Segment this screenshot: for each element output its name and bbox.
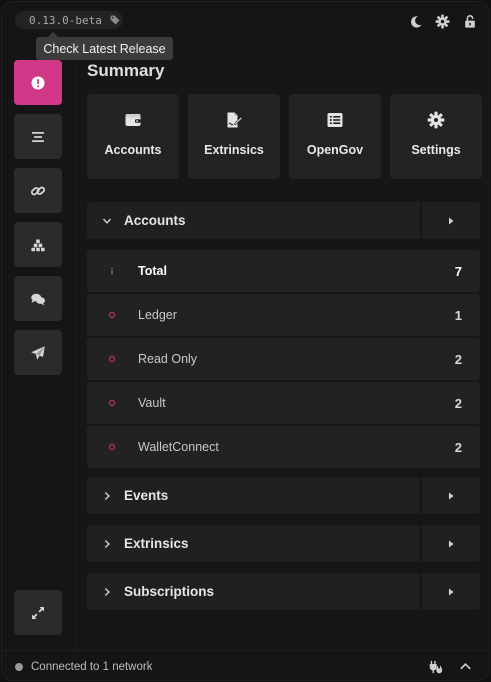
card-extrinsics[interactable]: Extrinsics (188, 94, 280, 179)
list-item-count: 7 (454, 263, 462, 279)
card-label: Extrinsics (204, 143, 264, 157)
caret-right-icon (449, 492, 454, 499)
list-item: Total 7 (87, 250, 480, 292)
page-title: Summary (87, 61, 165, 80)
sidebar-item-list[interactable] (14, 114, 62, 159)
paper-plane-icon (31, 345, 45, 360)
moon-icon[interactable] (408, 14, 423, 29)
status-bar: Connected to 1 network (2, 650, 489, 680)
quick-cards: Accounts Extrinsics OpenGov Settings (87, 94, 482, 179)
section-subscriptions-header[interactable]: Subscriptions (87, 573, 420, 610)
section-accounts: Accounts (87, 202, 480, 239)
section-events-open-button[interactable] (422, 477, 480, 514)
list-item-label: Ledger (138, 308, 177, 322)
section-label: Subscriptions (124, 584, 215, 599)
section-extrinsics-header[interactable]: Extrinsics (87, 525, 420, 562)
list-item-count: 1 (454, 307, 462, 323)
section-extrinsics: Extrinsics (87, 525, 480, 562)
section-label: Extrinsics (124, 536, 189, 551)
accounts-list: Total 7 Ledger 1 Read Only 2 Vault 2 Wal… (87, 250, 480, 470)
cubes-icon (31, 239, 45, 251)
list-item-label: Vault (138, 396, 166, 410)
sidebar-item-summary[interactable] (14, 60, 62, 105)
version-label: 0.13.0-beta (29, 13, 102, 27)
chevron-up-icon[interactable] (459, 660, 473, 674)
section-events-header[interactable]: Events (87, 477, 420, 514)
section-subscriptions-open-button[interactable] (422, 573, 480, 610)
chevron-right-icon (104, 491, 111, 500)
circle-icon (107, 354, 117, 364)
info-icon (107, 266, 117, 276)
circle-icon (107, 310, 117, 320)
expand-button[interactable] (14, 590, 62, 635)
list-item: Ledger 1 (87, 294, 480, 336)
section-accounts-open-button[interactable] (422, 202, 480, 239)
link-icon (30, 186, 46, 195)
gear-icon (427, 111, 445, 129)
list-icon (32, 131, 44, 142)
file-signature-icon (227, 112, 243, 128)
tag-icon (110, 15, 120, 25)
main-panel: Summary Accounts Extrinsics OpenGov Sett… (78, 38, 489, 650)
caret-right-icon (449, 217, 454, 224)
list-item-label: WalletConnect (138, 440, 219, 454)
card-label: Settings (411, 143, 461, 157)
sidebar-item-send[interactable] (14, 330, 62, 375)
list-item-count: 2 (454, 395, 462, 411)
caret-right-icon (449, 588, 454, 595)
card-settings[interactable]: Settings (390, 94, 482, 179)
card-opengov[interactable]: OpenGov (289, 94, 381, 179)
chevron-right-icon (104, 587, 111, 596)
connection-status-dot (15, 662, 23, 671)
list-item: Read Only 2 (87, 338, 480, 380)
chevron-right-icon (104, 539, 111, 548)
list-item-label: Total (138, 264, 167, 278)
list-alt-icon (327, 113, 343, 127)
sidebar (2, 38, 77, 650)
card-label: OpenGov (306, 143, 364, 157)
section-subscriptions: Subscriptions (87, 573, 480, 610)
list-item: WalletConnect 2 (87, 426, 480, 468)
top-icons (408, 14, 477, 29)
section-events: Events (87, 477, 480, 514)
release-tooltip: Check Latest Release (36, 32, 173, 60)
gear-icon[interactable] (435, 14, 450, 29)
list-item-label: Read Only (138, 352, 198, 366)
list-item: Vault 2 (87, 382, 480, 424)
sidebar-item-network[interactable] (14, 222, 62, 267)
list-item-count: 2 (454, 351, 462, 367)
section-extrinsics-open-button[interactable] (422, 525, 480, 562)
version-badge[interactable]: 0.13.0-beta (15, 11, 123, 29)
chevron-down-icon (102, 218, 112, 224)
card-accounts[interactable]: Accounts (87, 94, 179, 179)
section-label: Events (124, 488, 169, 503)
list-item-count: 2 (454, 439, 462, 455)
info-icon (31, 76, 45, 89)
app-window: 0.13.0-beta Check Latest Release Summary… (1, 1, 490, 681)
footer-icons (429, 660, 473, 674)
section-label: Accounts (124, 213, 186, 228)
comments-icon (31, 293, 45, 305)
unlock-icon[interactable] (462, 14, 477, 29)
sidebar-item-chat[interactable] (14, 276, 62, 321)
circle-icon (107, 442, 117, 452)
plug-icon[interactable] (429, 660, 443, 674)
top-bar: 0.13.0-beta (2, 2, 489, 38)
wallet-icon (125, 114, 141, 126)
card-label: Accounts (104, 143, 162, 157)
connection-status-text: Connected to 1 network (31, 660, 153, 673)
expand-icon (32, 606, 44, 619)
caret-right-icon (449, 540, 454, 547)
section-accounts-header[interactable]: Accounts (87, 202, 420, 239)
sidebar-item-links[interactable] (14, 168, 62, 213)
circle-icon (107, 398, 117, 408)
